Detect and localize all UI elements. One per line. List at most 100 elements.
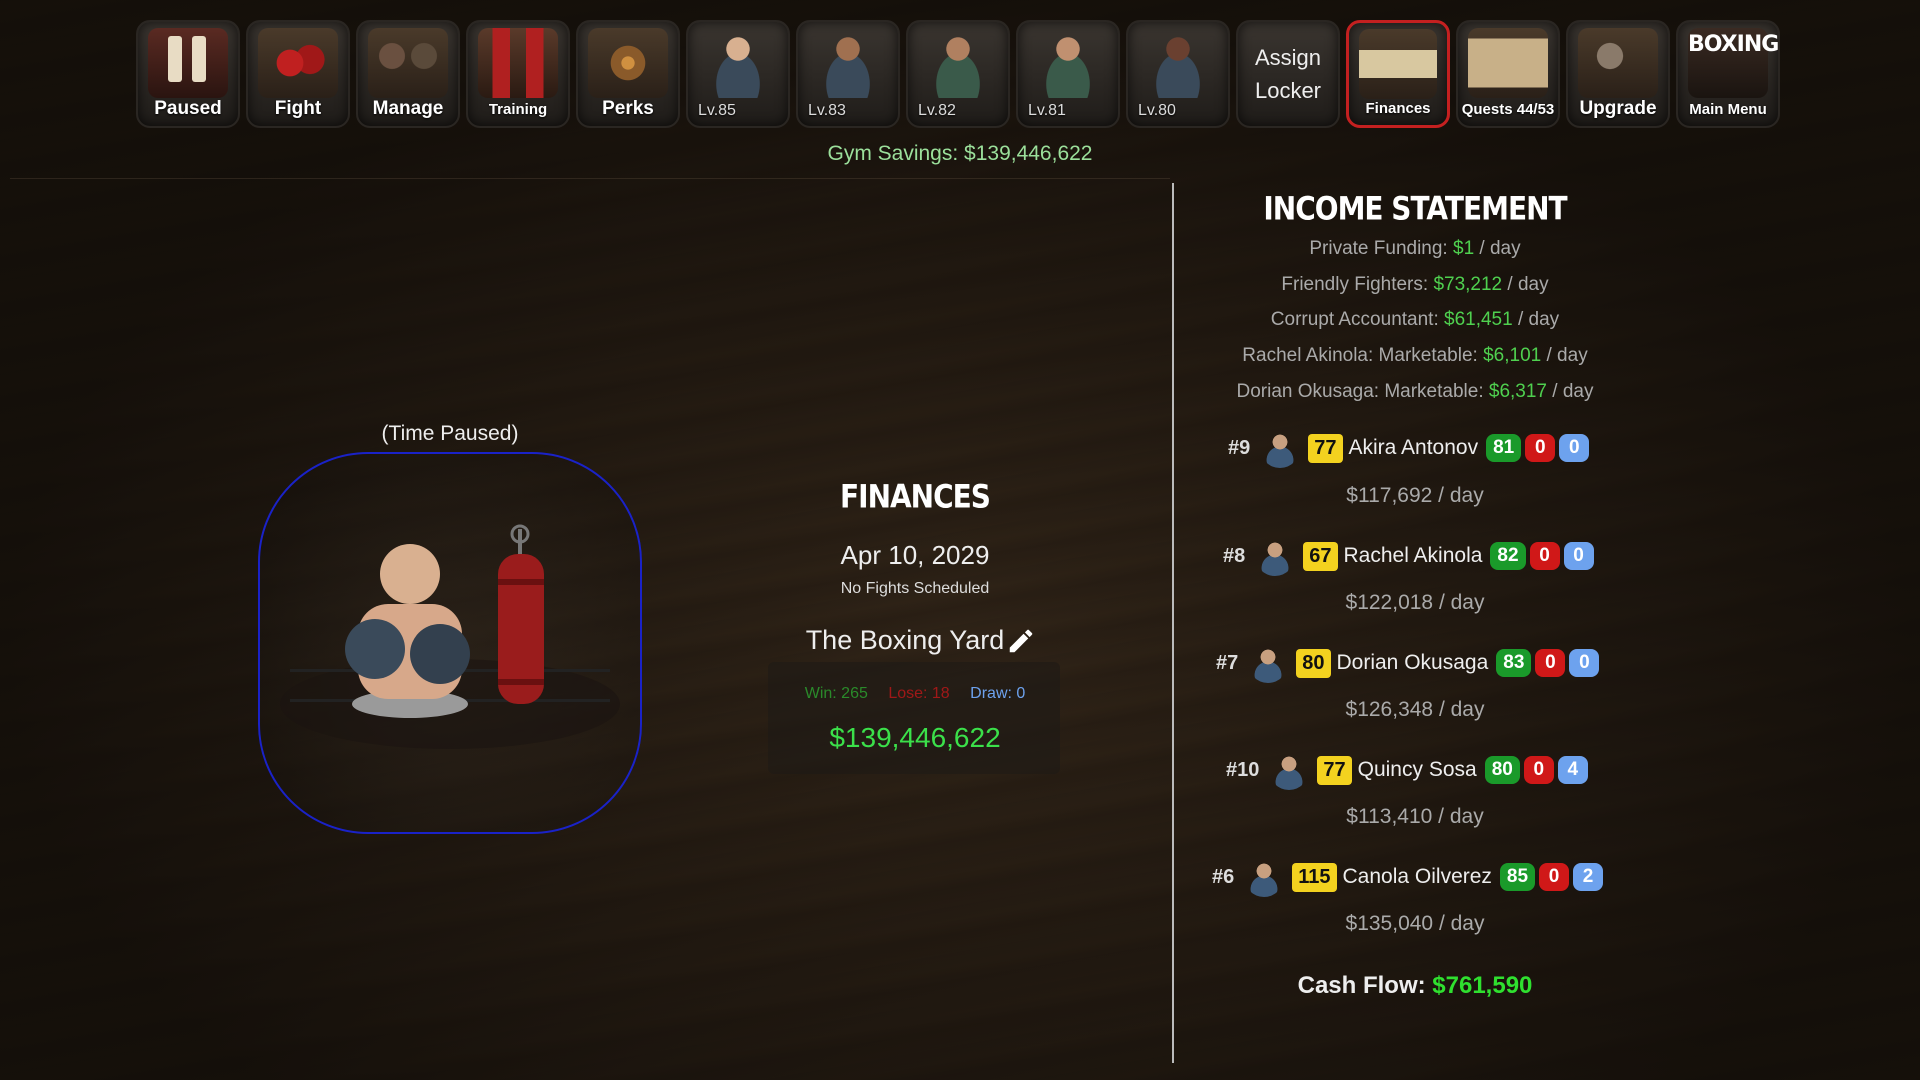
fighter-name: Canola Oilverez <box>1342 865 1492 888</box>
fighter-rank: #6 <box>1212 865 1235 888</box>
fighter-level: Lv.81 <box>1028 102 1066 119</box>
fighter-wins: 81 <box>1486 434 1522 462</box>
perks-label: Perks <box>602 98 654 119</box>
income-label: Friendly Fighters: <box>1281 274 1434 295</box>
cash-flow-amount: $761,590 <box>1432 972 1533 999</box>
pencil-icon[interactable] <box>1006 626 1036 656</box>
main-menu-label: Main Menu <box>1689 101 1767 118</box>
fight-label: Fight <box>274 98 322 119</box>
fighter-rank: #10 <box>1226 758 1260 781</box>
panel-divider <box>1172 183 1174 1063</box>
fighter-level: Lv.83 <box>808 102 846 119</box>
quests-button[interactable]: Quests 44/53 <box>1456 20 1560 128</box>
record-box <box>768 662 1060 774</box>
assign-locker-button[interactable]: Assign Locker <box>1236 20 1340 128</box>
punching-bag-icon <box>478 28 558 98</box>
fighter-portrait-icon <box>918 28 998 98</box>
perks-button[interactable]: Perks <box>576 20 680 128</box>
fighter-rank: #9 <box>1228 436 1251 459</box>
fighter-portrait-icon <box>808 28 888 98</box>
income-suffix: / day <box>1502 274 1549 295</box>
income-line: Dorian Okusaga: Marketable: $6,317 / day <box>1180 381 1650 403</box>
fighter-row[interactable]: #7 80 Dorian Okusaga 83 0 0 <box>1180 643 1650 683</box>
income-line: Rachel Akinola: Marketable: $6,101 / day <box>1180 345 1650 367</box>
pause-icon <box>148 28 228 98</box>
fighter-income: $135,040 / day <box>1345 912 1485 935</box>
finances-button[interactable]: Finances <box>1346 20 1450 128</box>
fighter-preview[interactable] <box>258 452 642 834</box>
fighter-draws: 2 <box>1573 863 1604 891</box>
fighter-level: Lv.82 <box>918 102 956 119</box>
boxing-logo-icon: BOXING <box>1688 28 1779 98</box>
fighter-wins: 83 <box>1496 649 1532 677</box>
income-statement-title: INCOME STATEMENT <box>1263 189 1567 228</box>
fighter-slot-5[interactable]: Lv.80 <box>1126 20 1230 128</box>
income-line: Friendly Fighters: $73,212 / day <box>1180 274 1650 296</box>
win-lose-draw: Win: 265 Lose: 18 Draw: 0 <box>760 685 1070 703</box>
income-amount: $6,317 <box>1488 381 1548 402</box>
income-line: Private Funding: $1 / day <box>1180 238 1650 260</box>
top-toolbar: Paused Fight Manage Training Perks Lv.85… <box>136 20 1780 132</box>
time-paused-label: (Time Paused) <box>381 422 519 445</box>
fighter-overall: 77 <box>1308 433 1343 463</box>
fighter-avatar-icon <box>1248 643 1289 683</box>
income-amount: $61,451 <box>1444 309 1513 330</box>
fighter-slot-4[interactable]: Lv.81 <box>1016 20 1120 128</box>
fighter-row[interactable]: #9 77 Akira Antonov 81 0 0 <box>1180 428 1650 468</box>
fighter-name: Quincy Sosa <box>1357 758 1477 781</box>
fighter-losses: 0 <box>1529 542 1560 570</box>
fighter-row[interactable]: #6 115 Canola Oilverez 85 0 2 <box>1180 857 1650 897</box>
fighter-income: $122,018 / day <box>1345 591 1485 614</box>
upgrade-button[interactable]: Upgrade <box>1566 20 1670 128</box>
cash-flow: Cash Flow: $761,590 <box>1180 972 1650 1000</box>
income-suffix: / day <box>1474 238 1521 259</box>
fighter-income: $126,348 / day <box>1345 698 1485 721</box>
fighter-row[interactable]: #8 67 Rachel Akinola 82 0 0 <box>1180 536 1650 576</box>
training-button[interactable]: Training <box>466 20 570 128</box>
fighter-slot-1[interactable]: Lv.85 <box>686 20 790 128</box>
fighter-draws: 0 <box>1569 649 1600 677</box>
manage-label: Manage <box>372 98 444 119</box>
fighter-avatar-icon <box>1244 857 1285 897</box>
fighter-portrait-icon <box>1138 28 1218 98</box>
pause-button[interactable]: Paused <box>136 20 240 128</box>
fighter-slot-2[interactable]: Lv.83 <box>796 20 900 128</box>
fighter-level: Lv.80 <box>1138 102 1176 119</box>
fighter-losses: 0 <box>1523 756 1554 784</box>
main-menu-button[interactable]: BOXING Main Menu <box>1676 20 1780 128</box>
current-date: Apr 10, 2029 <box>840 540 990 570</box>
boxing-gloves-icon <box>258 28 338 98</box>
fighter-overall: 67 <box>1303 541 1338 571</box>
fighter-level: Lv.85 <box>698 102 736 119</box>
draw-count: Draw: 0 <box>970 685 1026 702</box>
fighter-overall: 115 <box>1292 862 1337 892</box>
upgrade-label: Upgrade <box>1579 98 1657 119</box>
boxer-with-bag-icon <box>280 524 620 749</box>
logo-text: BOXING <box>1688 32 1779 57</box>
fighter-slot-3[interactable]: Lv.82 <box>906 20 1010 128</box>
fighter-avatar-icon <box>1255 536 1296 576</box>
fighter-name: Dorian Okusaga <box>1336 651 1489 674</box>
finances-title: FINANCES <box>840 477 991 516</box>
income-line: Corrupt Accountant: $61,451 / day <box>1180 309 1650 331</box>
income-suffix: / day <box>1512 309 1560 330</box>
pause-label: Paused <box>154 98 222 119</box>
fighter-losses: 0 <box>1525 434 1556 462</box>
fight-schedule-status: No Fights Scheduled <box>840 580 990 597</box>
fighter-row[interactable]: #10 77 Quincy Sosa 80 0 4 <box>1180 750 1650 790</box>
lose-count: Lose: 18 <box>888 685 950 702</box>
income-label: Dorian Okusaga: Marketable: <box>1236 381 1489 402</box>
income-amount: $1 <box>1453 238 1475 259</box>
income-suffix: / day <box>1547 381 1594 402</box>
fighter-wins: 85 <box>1499 863 1536 891</box>
hammer-icon <box>1578 28 1658 98</box>
manage-button[interactable]: Manage <box>356 20 460 128</box>
assign-locker-label: Assign Locker <box>1254 45 1322 103</box>
fighter-rank: #7 <box>1216 651 1239 674</box>
fight-button[interactable]: Fight <box>246 20 350 128</box>
fighter-draws: 4 <box>1557 756 1588 784</box>
gym-savings: Gym Savings: $139,446,622 <box>827 142 1093 165</box>
income-amount: $6,101 <box>1483 345 1542 366</box>
fighter-rank: #8 <box>1223 544 1246 567</box>
fighter-income: $113,410 / day <box>1346 805 1484 828</box>
